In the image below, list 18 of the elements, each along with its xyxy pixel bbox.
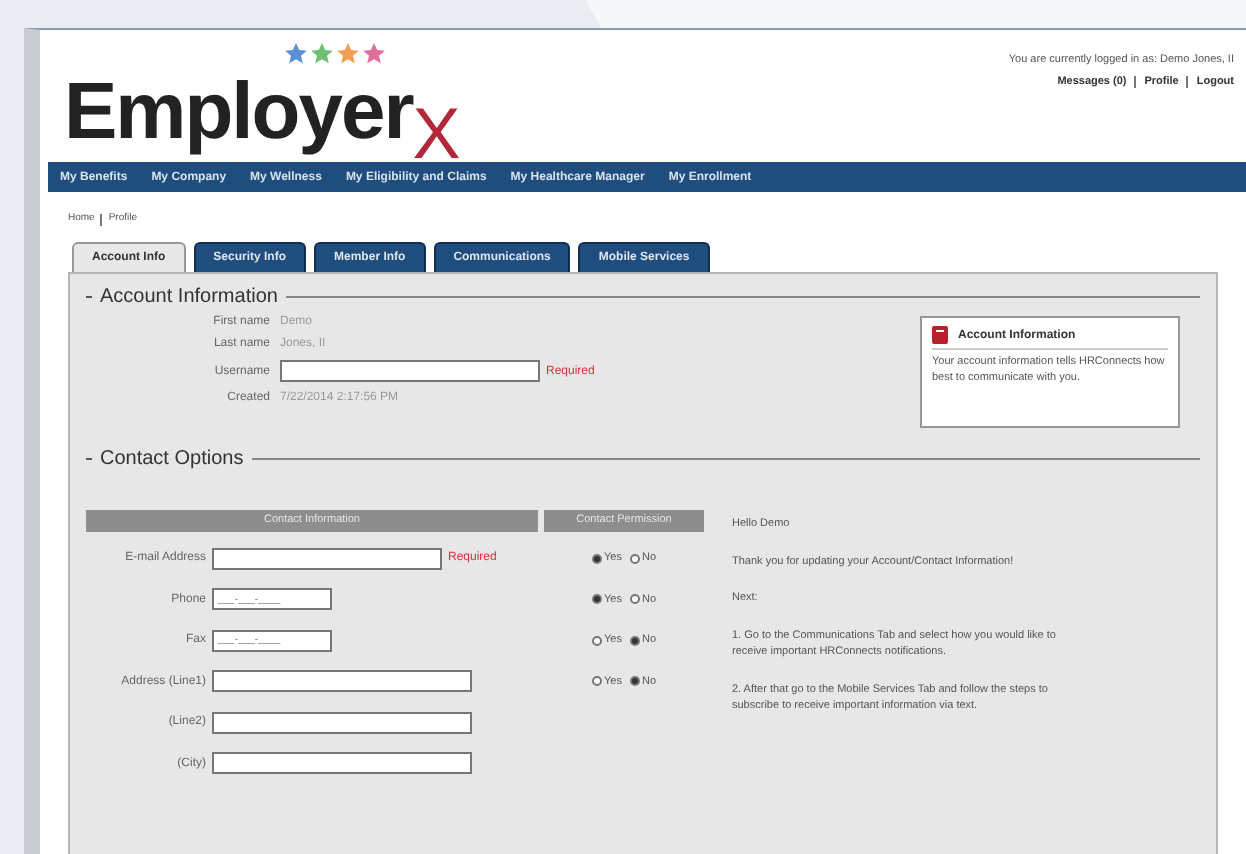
radio-button[interactable] — [629, 635, 640, 646]
username-field[interactable] — [280, 360, 540, 382]
radio-button[interactable] — [592, 594, 602, 605]
book-icon — [932, 326, 948, 344]
input-field[interactable] — [212, 547, 442, 570]
logo-text: Employer — [64, 66, 413, 160]
section-title: Account Information — [100, 286, 278, 308]
radio-button[interactable] — [629, 676, 640, 687]
input-field[interactable] — [212, 670, 472, 693]
radio-button[interactable] — [629, 553, 640, 564]
radio-button[interactable] — [592, 553, 602, 564]
radio-button[interactable] — [592, 676, 602, 687]
section-title: Contact Options — [100, 448, 244, 470]
radio-button[interactable] — [629, 594, 640, 605]
input-field[interactable] — [212, 711, 472, 734]
radio-button[interactable] — [592, 635, 602, 646]
logo-mark: X — [412, 98, 461, 170]
input-field[interactable] — [212, 752, 472, 775]
